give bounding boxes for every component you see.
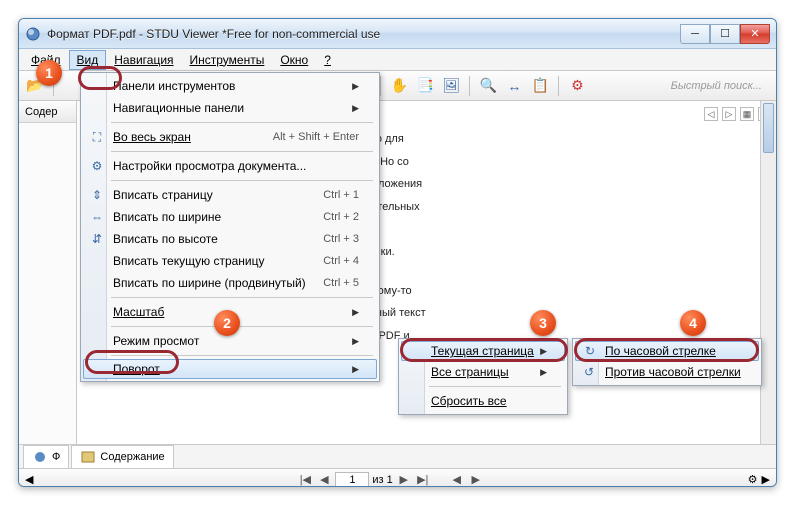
tab-file[interactable]: Ф xyxy=(23,445,69,468)
menubar: Файл Вид Навигация Инструменты Окно ? xyxy=(19,49,776,71)
page-of-label: из 1 xyxy=(372,474,392,486)
callout-badge-3: 3 xyxy=(530,310,556,336)
menu-navigation[interactable]: Навигация xyxy=(106,50,181,70)
titlebar: Формат PDF.pdf - STDU Viewer *Free for n… xyxy=(19,19,776,49)
find-icon[interactable]: 🔍 xyxy=(478,76,498,96)
window-title: Формат PDF.pdf - STDU Viewer *Free for n… xyxy=(47,27,680,41)
copy-icon[interactable]: 📋 xyxy=(530,76,550,96)
vertical-scrollbar[interactable] xyxy=(760,101,776,444)
doc-thumb-icon[interactable]: ▦ xyxy=(740,107,754,121)
mi-rotate-all[interactable]: Все страницы▶ xyxy=(401,361,565,383)
quick-search[interactable]: Быстрый поиск... xyxy=(671,80,770,92)
tab-contents[interactable]: Содержание xyxy=(71,445,173,468)
mi-fullscreen[interactable]: ⛶Во весь экранAlt + Shift + Enter xyxy=(83,126,377,148)
maximize-button[interactable]: ☐ xyxy=(710,24,740,44)
forward-icon[interactable]: ▶ xyxy=(468,472,484,488)
statusbar: ◀ |◀ ◀ из 1 ▶ ▶| ◀ ▶ ⚙ ▶ xyxy=(19,468,776,487)
callout-badge-4: 4 xyxy=(680,310,706,336)
rotate-submenu: Текущая страница▶ Все страницы▶ Сбросить… xyxy=(398,338,568,415)
direction-submenu: ↻По часовой стрелке ↺Против часовой стре… xyxy=(572,338,762,386)
sb-left-icon[interactable]: ◀ xyxy=(25,473,33,486)
back-icon[interactable]: ◀ xyxy=(449,472,465,488)
mi-rotate-current[interactable]: Текущая страница▶ xyxy=(401,341,565,361)
select-text-icon[interactable]: 📑 xyxy=(415,76,435,96)
mi-fit-height[interactable]: ⇵Вписать по высотеCtrl + 3 xyxy=(83,228,377,250)
mi-rotate-reset[interactable]: Сбросить все xyxy=(401,390,565,412)
mi-fit-page[interactable]: ⇕Вписать страницуCtrl + 1 xyxy=(83,184,377,206)
app-icon xyxy=(25,26,41,42)
gear-icon: ⚙ xyxy=(89,158,105,174)
fit-width-icon: ⇔ xyxy=(89,209,105,225)
mi-fit-width[interactable]: ⇔Вписать по ширинеCtrl + 2 xyxy=(83,206,377,228)
next-page-icon[interactable]: ▶ xyxy=(396,472,412,488)
settings-icon[interactable]: ⚙ xyxy=(567,76,587,96)
find-next-icon[interactable]: ↔ xyxy=(504,76,524,96)
sidebar-tab-contents[interactable]: Содер xyxy=(19,101,76,123)
menu-help[interactable]: ? xyxy=(316,50,339,70)
fit-height-icon: ⇵ xyxy=(89,231,105,247)
sb-right-icon[interactable]: ▶ xyxy=(762,473,770,486)
mi-rotate[interactable]: Поворот▶ xyxy=(83,359,377,379)
mi-fit-width-adv[interactable]: Вписать по ширине (продвинутый)Ctrl + 5 xyxy=(83,272,377,294)
sb-settings-icon[interactable]: ⚙ xyxy=(748,473,758,486)
sidebar: Содер xyxy=(19,101,77,444)
fullscreen-icon: ⛶ xyxy=(89,129,105,145)
menu-tools[interactable]: Инструменты xyxy=(182,50,273,70)
mi-viewsettings[interactable]: ⚙Настройки просмотра документа... xyxy=(83,155,377,177)
rotate-ccw-icon: ↺ xyxy=(581,364,597,380)
close-button[interactable]: ✕ xyxy=(740,24,770,44)
prev-page-icon[interactable]: ◀ xyxy=(316,472,332,488)
mi-counter-clockwise[interactable]: ↺Против часовой стрелки xyxy=(575,361,759,383)
minimize-button[interactable]: ─ xyxy=(680,24,710,44)
rotate-cw-icon: ↻ xyxy=(582,343,598,359)
mi-nav-panels[interactable]: Навигационные панели▶ xyxy=(83,97,377,119)
doc-nav-next-icon[interactable]: ▷ xyxy=(722,107,736,121)
mi-fit-current[interactable]: Вписать текущую страницуCtrl + 4 xyxy=(83,250,377,272)
callout-badge-2: 2 xyxy=(214,310,240,336)
doc-nav-prev-icon[interactable]: ◁ xyxy=(704,107,718,121)
select-image-icon[interactable]: 🖼 xyxy=(441,76,461,96)
first-page-icon[interactable]: |◀ xyxy=(297,472,313,488)
menu-view[interactable]: Вид xyxy=(69,50,107,70)
bottom-tabs: Ф Содержание xyxy=(19,444,776,468)
last-page-icon[interactable]: ▶| xyxy=(415,472,431,488)
mi-tool-panels[interactable]: Панели инструментов▶ xyxy=(83,75,377,97)
hand-icon[interactable]: ✋ xyxy=(389,76,409,96)
page-input[interactable] xyxy=(335,472,369,488)
mi-clockwise[interactable]: ↻По часовой стрелке xyxy=(575,341,759,361)
menu-window[interactable]: Окно xyxy=(272,50,316,70)
callout-badge-1: 1 xyxy=(36,60,62,86)
fit-page-icon: ⇕ xyxy=(89,187,105,203)
